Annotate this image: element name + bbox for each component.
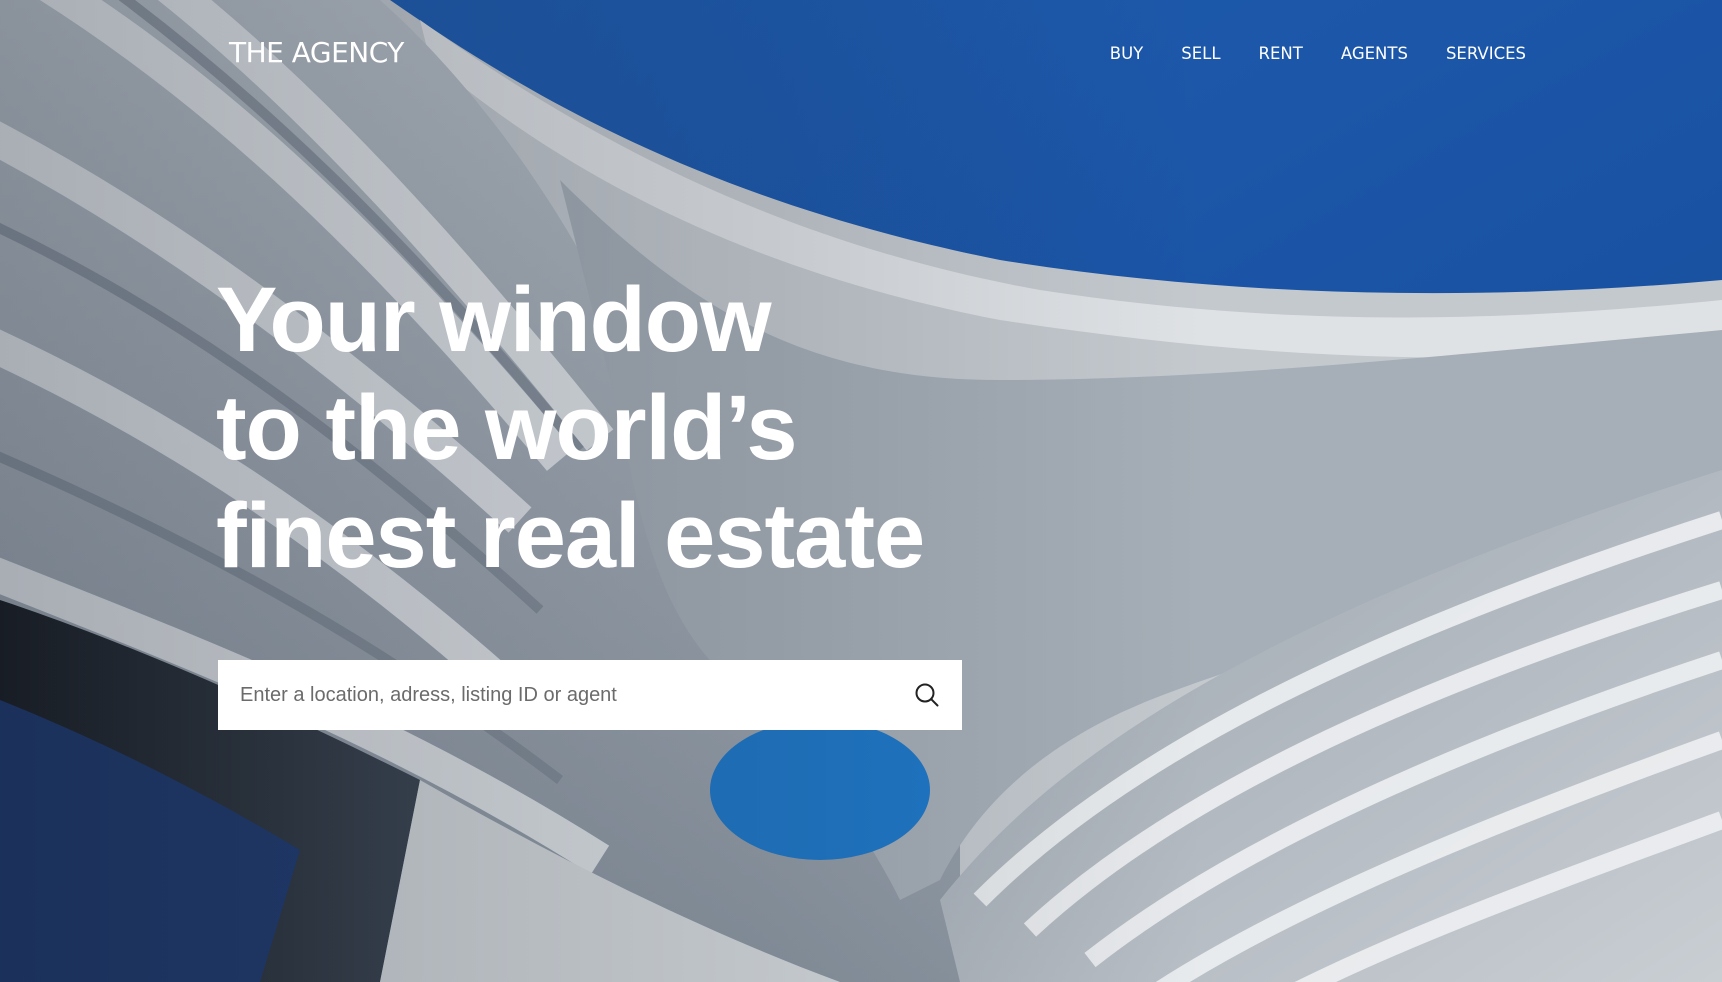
brand-logo[interactable]: THE AGENCY [229,36,404,70]
search-button[interactable] [892,660,962,730]
nav-link-services[interactable]: SERVICES [1446,44,1526,63]
nav-link-sell[interactable]: SELL [1181,44,1220,63]
nav-link-buy[interactable]: BUY [1110,44,1143,63]
hero-headline: Your window to the world’s finest real e… [216,266,925,590]
main-nav: BUY SELL RENT AGENTS SERVICES [1110,42,1526,66]
headline-line-3: finest real estate [216,485,925,587]
nav-item-rent: RENT [1259,42,1303,66]
headline-line-1: Your window [216,269,772,371]
hero-section: THE AGENCY BUY SELL RENT AGENTS SERVICES… [0,0,1722,982]
nav-link-agents[interactable]: AGENTS [1341,44,1408,63]
nav-item-services: SERVICES [1446,42,1526,66]
nav-item-buy: BUY [1110,42,1143,66]
headline-line-2: to the world’s [216,377,798,479]
nav-item-agents: AGENTS [1341,42,1408,66]
search-input[interactable] [218,660,892,730]
nav-item-sell: SELL [1181,42,1220,66]
search-icon [915,683,939,707]
search-bar [218,660,962,730]
nav-link-rent[interactable]: RENT [1259,44,1303,63]
